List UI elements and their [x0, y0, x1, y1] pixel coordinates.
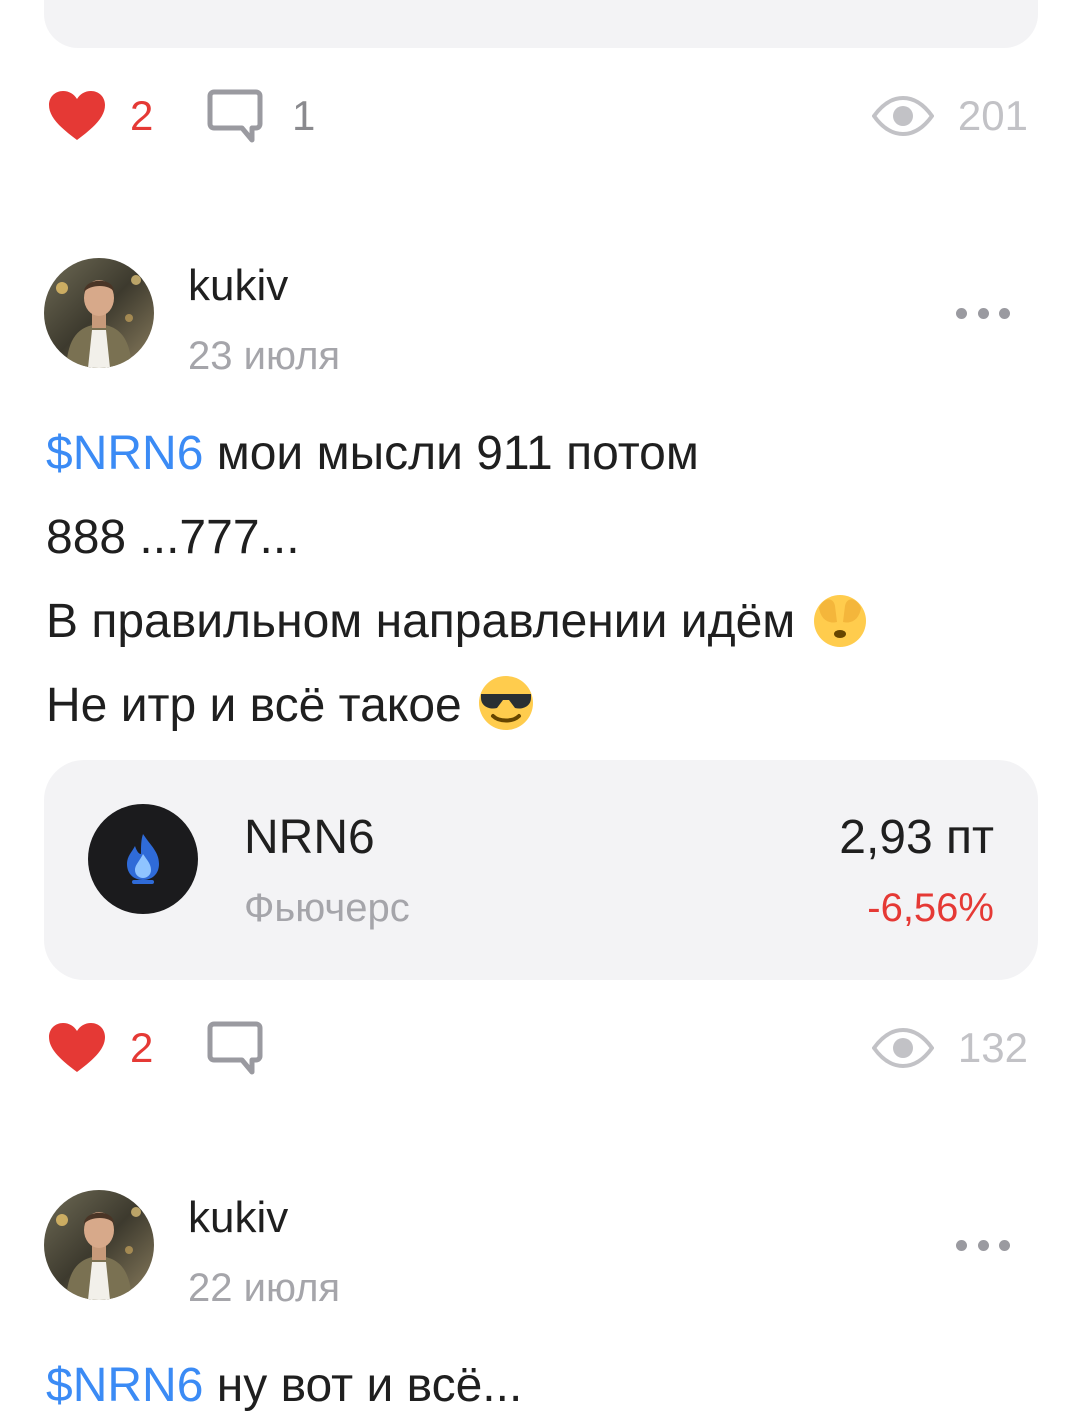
avatar[interactable] [44, 1190, 154, 1300]
instrument-type: Фьючерс [244, 886, 410, 930]
post-body: $NRN6 ну вот и всё... [46, 1344, 1026, 1428]
dot-icon [999, 1239, 1010, 1251]
previous-post-reactions: 2 1 201 [48, 86, 1028, 146]
view-count: 201 [957, 92, 1028, 139]
author-name[interactable]: kukiv [188, 264, 288, 308]
comment-icon [207, 1021, 263, 1075]
dot-icon [956, 1239, 967, 1251]
post-header: kukiv 23 июля [44, 258, 1024, 378]
instrument-card[interactable]: NRN6 Фьючерс 2,93 пт -6,56% [44, 760, 1038, 980]
comment-button[interactable] [206, 1018, 264, 1078]
like-count: 2 [130, 92, 154, 139]
comment-count: 1 [292, 92, 316, 139]
eye-icon [871, 1028, 934, 1068]
comment-icon [207, 89, 263, 143]
instrument-logo [88, 804, 198, 914]
like-button[interactable]: 2 [48, 1018, 153, 1078]
post-text-line: Не итр и всё такое [46, 664, 1026, 748]
ticker-link[interactable]: $NRN6 [46, 1359, 203, 1412]
post-reactions: 2 132 [48, 1018, 1028, 1078]
view-count: 132 [957, 1024, 1028, 1071]
post-date: 22 июля [188, 1266, 341, 1310]
post-text-line: 888 ...777... [46, 511, 300, 564]
previous-post-card[interactable] [44, 0, 1038, 48]
avatar-image [44, 258, 154, 368]
like-count: 2 [130, 1024, 154, 1071]
see-no-evil-face-emoji-icon [813, 595, 866, 648]
post-text-line: В правильном направлении идём [46, 580, 1026, 664]
instrument-name: NRN6 [244, 811, 375, 864]
more-options-button[interactable] [956, 1230, 1010, 1260]
more-options-button[interactable] [956, 298, 1010, 328]
like-button[interactable]: 2 [48, 86, 153, 146]
views-counter: 201 [871, 86, 1028, 146]
heart-icon [49, 91, 105, 140]
dot-icon [977, 1239, 989, 1251]
smiling-face-with-sunglasses-emoji-icon [479, 676, 534, 731]
eye-icon [871, 96, 934, 136]
author-name[interactable]: kukiv [188, 1196, 288, 1240]
gas-flame-icon [127, 834, 159, 884]
avatar[interactable] [44, 258, 154, 368]
instrument-change: -6,56% [867, 886, 994, 930]
dot-icon [977, 307, 989, 319]
avatar-image [44, 1190, 154, 1300]
dot-icon [956, 307, 967, 319]
heart-icon [49, 1023, 105, 1072]
post-text-line: $NRN6 мои мысли 911 потом [46, 427, 699, 480]
views-counter: 132 [871, 1018, 1028, 1078]
ticker-link[interactable]: $NRN6 [46, 427, 203, 480]
post-text-line: $NRN6 ну вот и всё... [46, 1359, 523, 1412]
post-header: kukiv 22 июля [44, 1190, 1024, 1310]
post-body: $NRN6 мои мысли 911 потом 888 ...777... … [46, 412, 1026, 748]
instrument-price: 2,93 пт [839, 811, 994, 864]
dot-icon [999, 307, 1010, 319]
comment-button[interactable]: 1 [206, 86, 315, 146]
post-date: 23 июля [188, 334, 341, 378]
